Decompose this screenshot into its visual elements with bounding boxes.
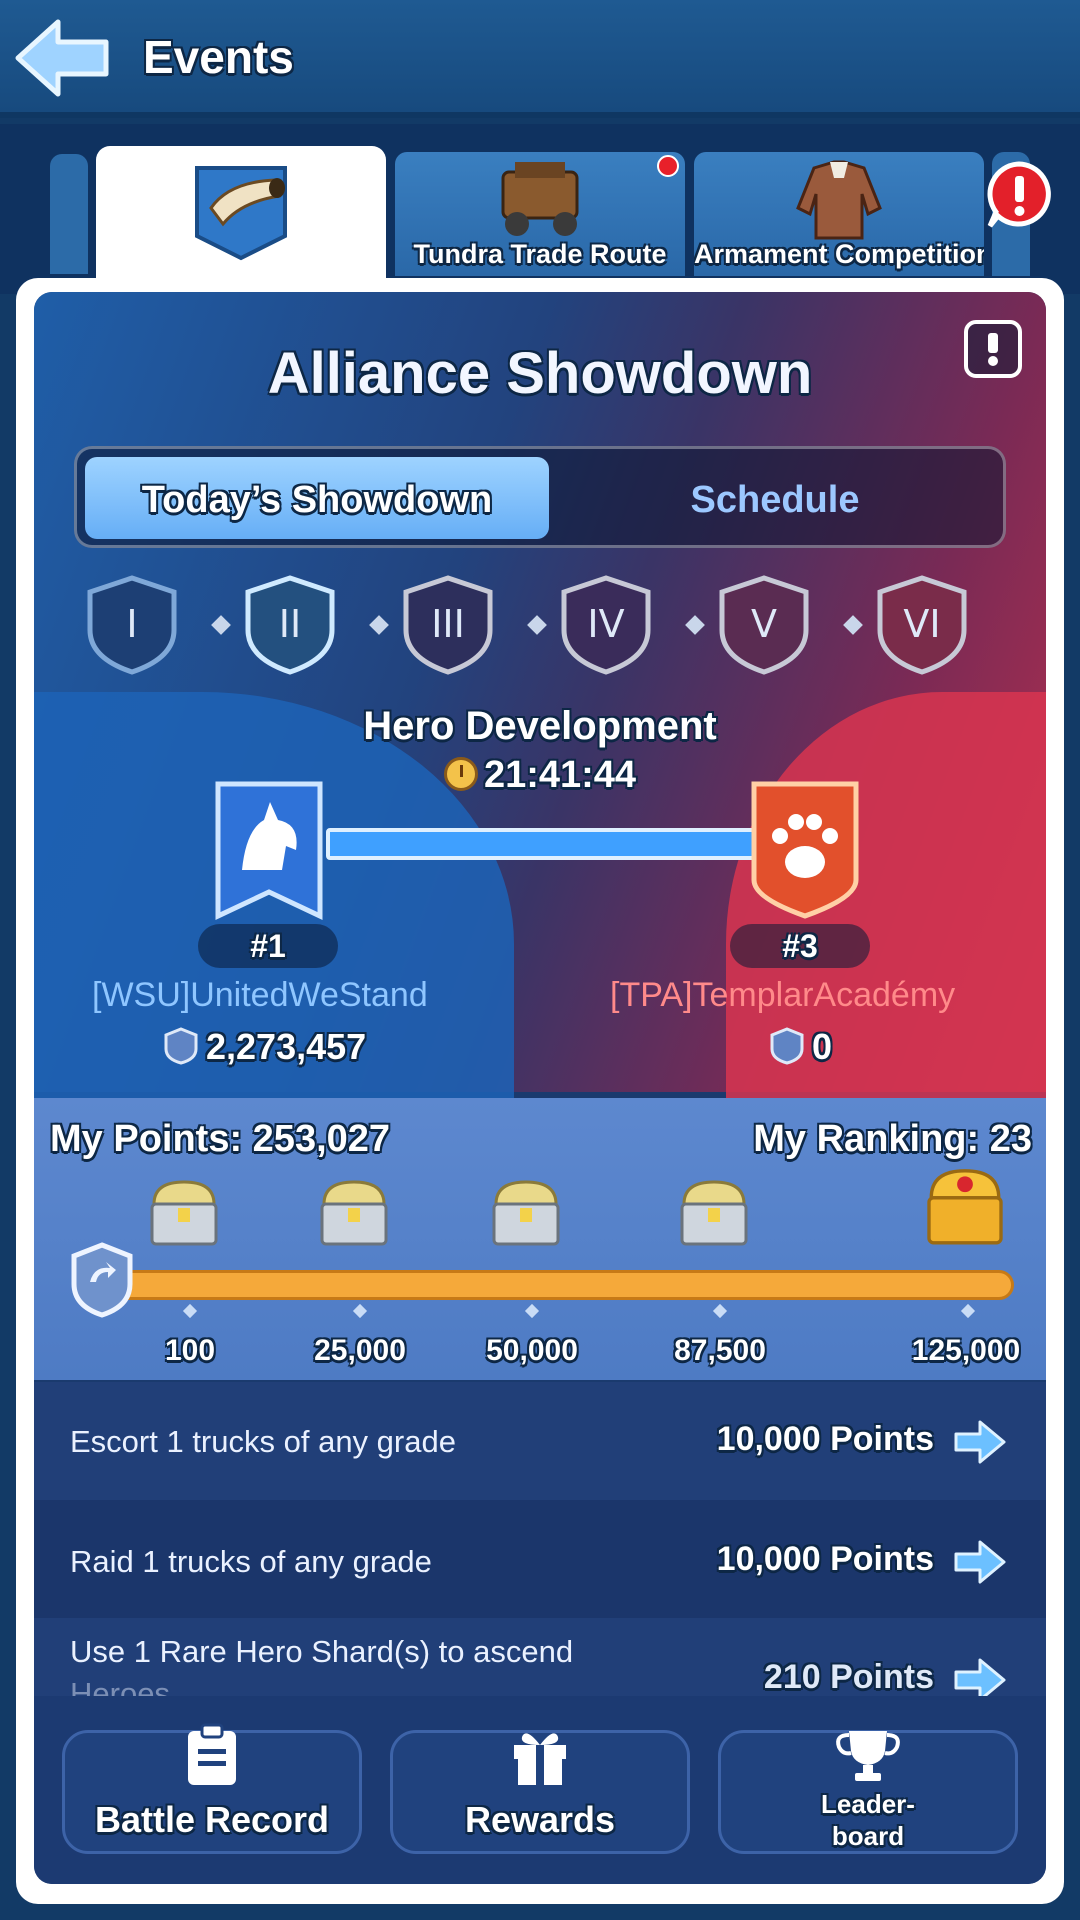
showdown-toggle: Today’s Showdown Schedule [74, 446, 1006, 548]
task-points: 210 Points [763, 1658, 934, 1696]
task-description: Use 1 Rare Hero Shard(s) to ascend [70, 1634, 574, 1669]
horn-icon [189, 162, 293, 267]
grand-reward-chest-icon[interactable] [920, 1164, 1010, 1254]
leaderboard-button[interactable]: Leader- board [718, 1730, 1018, 1854]
coat-icon [784, 158, 894, 247]
stage-3-shield[interactable]: III [400, 574, 496, 676]
schedule-label: Schedule [690, 479, 860, 521]
milestone-label: 125,000 [911, 1334, 1021, 1367]
stage-5-shield[interactable]: V [716, 574, 812, 676]
reward-chest-icon[interactable] [314, 1174, 394, 1254]
my-ranking: My Ranking: 23 [753, 1118, 1032, 1160]
tab-tundra-trade-route[interactable]: Tundra Trade Route [395, 152, 685, 276]
left-alliance-score: 2,273,457 [164, 1026, 366, 1068]
leaderboard-label-line2: board [831, 1821, 905, 1851]
stage-label: II [278, 602, 302, 646]
clipboard-icon [188, 1723, 236, 1785]
task-description: Raid 1 trucks of any grade [70, 1544, 432, 1579]
milestone-marker [960, 1303, 976, 1319]
todays-showdown-tab[interactable]: Today’s Showdown [85, 457, 549, 539]
left-score-value: 2,273,457 [206, 1026, 367, 1067]
todays-showdown-label: Today’s Showdown [141, 479, 493, 521]
stage-4-shield[interactable]: IV [558, 574, 654, 676]
clock-icon [443, 757, 478, 791]
info-icon[interactable] [964, 320, 1022, 378]
right-alliance-name[interactable]: [TPA]TemplarAcadémy [610, 976, 955, 1015]
header-title: Events [143, 31, 294, 83]
stage-label: III [431, 602, 465, 646]
tab-label: Armament Competition [694, 239, 984, 269]
task-points: 10,000 Points [716, 1420, 934, 1458]
stage-label: I [126, 602, 138, 646]
versus-progress-bar [326, 828, 758, 860]
rewards-label: Rewards [464, 1799, 616, 1840]
task-row: Use 1 Rare Hero Shard(s) to ascend Heroe… [34, 1618, 1046, 1711]
points-progress-track [104, 1270, 1014, 1300]
left-rank-badge: #1 [198, 924, 338, 968]
versus-background [34, 292, 1046, 1112]
reward-chest-icon[interactable] [144, 1174, 224, 1254]
my-points: My Points: 253,027 [50, 1118, 391, 1160]
points-medal-icon [70, 1242, 134, 1318]
countdown-timer: 21:41:44 [34, 754, 1046, 797]
task-row: Raid 1 trucks of any grade 10,000 Points [34, 1500, 1046, 1618]
leaderboard-label-line1: Leader- [821, 1789, 915, 1819]
stage-label: IV [587, 602, 625, 646]
alert-icon[interactable] [984, 160, 1054, 230]
timer-value: 21:41:44 [483, 754, 637, 796]
milestone-marker [524, 1303, 540, 1319]
points-medal-icon [164, 1027, 198, 1065]
left-alliance-name[interactable]: [WSU]UnitedWeStand [92, 976, 428, 1015]
right-score-value: 0 [812, 1026, 833, 1067]
paw-banner-icon [748, 780, 862, 922]
rewards-button[interactable]: Rewards [390, 1730, 690, 1854]
schedule-tab[interactable]: Schedule [549, 457, 1001, 539]
panel-title: Alliance Showdown [267, 341, 813, 406]
points-medal-icon [770, 1027, 804, 1065]
go-arrow-icon[interactable] [952, 1420, 1006, 1464]
stage-6-shield[interactable]: VI [874, 574, 970, 676]
task-description: Escort 1 trucks of any grade [70, 1424, 456, 1459]
reward-chest-icon[interactable] [486, 1174, 566, 1254]
milestone-label: 25,000 [314, 1334, 406, 1367]
phase-name: Hero Development [363, 704, 717, 748]
wolf-banner-icon [212, 780, 326, 922]
battle-record-label: Battle Record [94, 1799, 330, 1840]
tab-alliance-showdown[interactable] [96, 146, 386, 278]
stage-2-shield[interactable]: II [242, 574, 338, 676]
gift-icon [514, 1733, 566, 1785]
right-rank-badge: #3 [730, 924, 870, 968]
tab-previous-stub[interactable] [50, 154, 88, 274]
tab-armament-competition[interactable]: Armament Competition [694, 152, 984, 276]
tab-label: Tundra Trade Route [413, 239, 667, 269]
stage-label: VI [903, 602, 941, 646]
milestone-label: 87,500 [674, 1334, 766, 1367]
alliance-showdown-panel: Alliance Showdown Today’s Showdown Sched… [34, 292, 1046, 1884]
header-bar: Events [0, 0, 1080, 118]
truck-icon [485, 158, 595, 247]
milestone-marker [182, 1303, 198, 1319]
milestone-marker [712, 1303, 728, 1319]
trophy-icon [836, 1731, 900, 1781]
battle-record-button[interactable]: Battle Record [62, 1723, 362, 1854]
go-arrow-icon[interactable] [952, 1540, 1006, 1584]
back-arrow-icon[interactable] [14, 18, 114, 98]
reward-chest-icon[interactable] [674, 1174, 754, 1254]
milestone-label: 50,000 [486, 1334, 578, 1367]
right-alliance-score: 0 [770, 1026, 832, 1068]
task-points: 10,000 Points [716, 1540, 934, 1578]
milestone-label: 100 [164, 1334, 216, 1367]
notification-dot [657, 155, 679, 177]
milestone-marker [352, 1303, 368, 1319]
task-row: Escort 1 trucks of any grade 10,000 Poin… [34, 1382, 1046, 1500]
stage-label: V [751, 602, 777, 646]
personal-progress-section: My Points: 253,027 My Ranking: 23 100 25… [34, 1098, 1046, 1380]
stage-1-shield[interactable]: I [84, 574, 180, 676]
